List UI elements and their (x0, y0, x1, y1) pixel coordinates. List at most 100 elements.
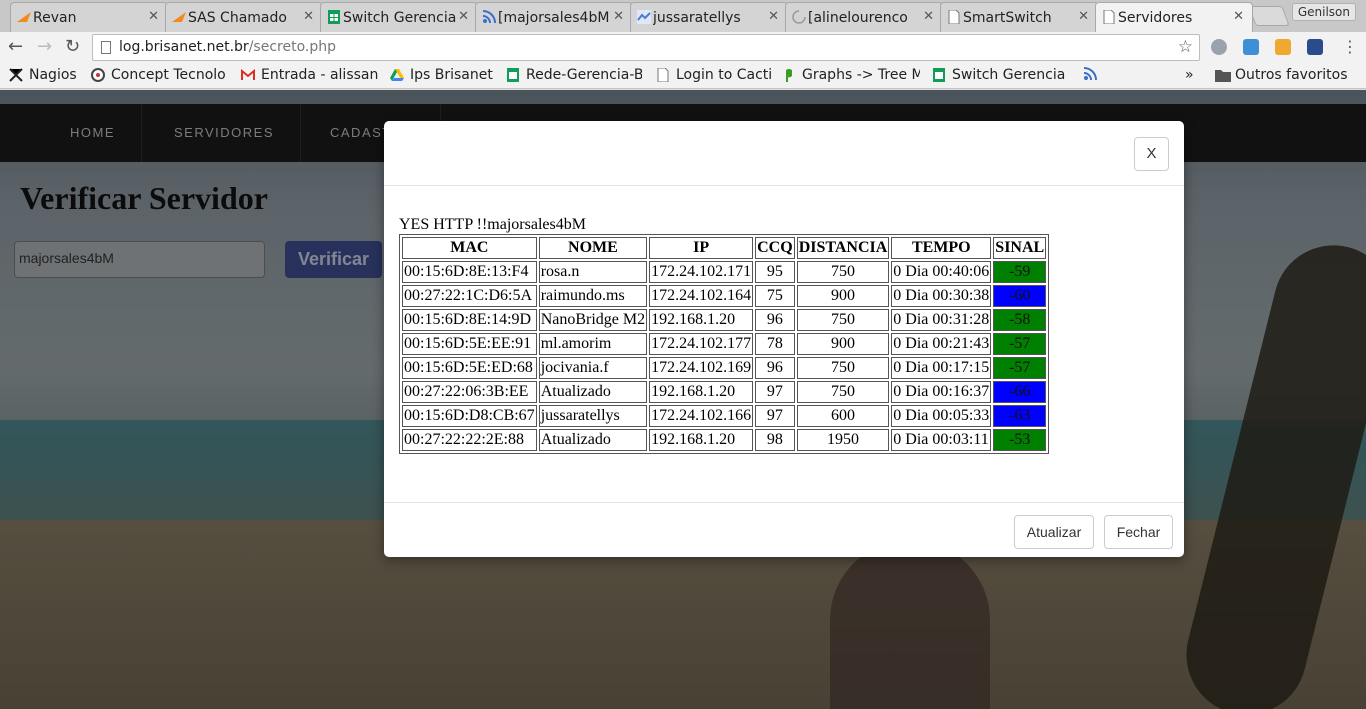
bookmark-item[interactable]: Switch Gerencia (932, 67, 1074, 83)
close-button[interactable]: Fechar (1104, 515, 1173, 549)
cell-tempo: 0 Dia 00:05:33 (891, 405, 992, 427)
cell-ccq: 96 (755, 309, 795, 331)
cell-nome: rosa.n (538, 261, 648, 283)
table-row: 00:15:6D:8E:13:F4 rosa.n 172.24.102.171 95 7… (402, 261, 1047, 283)
table-row: 00:15:6D:D8:CB:67 jussaratellys 172.24.102… (402, 405, 1047, 427)
page-icon (656, 67, 670, 83)
update-button[interactable]: Atualizar (1014, 515, 1094, 549)
network-extension-icon[interactable] (1307, 39, 1323, 55)
tab-close-icon[interactable]: ✕ (613, 9, 624, 24)
table-row: 00:15:6D:5E:EE:91 ml.amorim 172.24.102.177… (402, 333, 1047, 355)
browser-tab[interactable]: Revan ✕ (10, 2, 168, 32)
cell-distancia: 750 (796, 357, 890, 379)
tab-close-icon[interactable]: ✕ (148, 9, 159, 24)
col-mac: MAC (402, 237, 537, 259)
cell-nome: NanoBridge M2 (538, 309, 648, 331)
tab-title: Revan (33, 9, 77, 26)
sas-icon (17, 10, 31, 24)
reload-icon[interactable]: ↻ (65, 37, 80, 57)
bookmark-star-icon[interactable]: ☆ (1178, 37, 1193, 57)
modal-close-button[interactable]: X (1134, 137, 1169, 171)
table-row: 00:27:22:22:2E:88 Atualizado 192.168.1.20 9… (402, 429, 1047, 451)
tab-close-icon[interactable]: ✕ (923, 9, 934, 24)
cell-ccq: 95 (755, 261, 795, 283)
back-arrow-icon[interactable]: ← (8, 37, 23, 57)
menu-kebab-icon[interactable]: ⋮ (1342, 37, 1358, 57)
browser-tab[interactable]: [alinelourenco ✕ (785, 2, 943, 32)
tab-close-icon[interactable]: ✕ (303, 9, 314, 24)
cell-nome: jussaratellys (538, 405, 648, 427)
cell-distancia: 750 (796, 261, 890, 283)
forward-arrow-icon[interactable]: → (37, 37, 52, 57)
nagios-icon (9, 68, 23, 82)
cell-sinal: -59 (993, 261, 1047, 283)
sheets-icon (932, 68, 946, 82)
tab-close-icon[interactable]: ✕ (458, 9, 469, 24)
bookmark-item[interactable] (1083, 67, 1103, 81)
profile-button[interactable]: Genilson (1291, 3, 1356, 21)
tab-close-icon[interactable]: ✕ (768, 9, 779, 24)
cell-mac: 00:15:6D:8E:13:F4 (402, 261, 537, 283)
bookmark-item[interactable]: Nagios (9, 67, 81, 83)
table-row: 00:15:6D:5E:ED:68 jocivania.f 172.24.102.1… (402, 357, 1047, 379)
sheets-icon (506, 68, 520, 82)
clients-table: MAC NOME IP CCQ DISTANCIA TEMPO SINAL 00… (399, 234, 1050, 454)
bookmarks-bar: Nagios Concept Tecnolo Entrada - alissan… (0, 62, 1366, 89)
tab-close-icon[interactable]: ✕ (1233, 9, 1244, 24)
cacti-icon (782, 68, 796, 82)
cell-ip: 172.24.102.171 (649, 261, 754, 283)
browser-tab[interactable]: SAS Chamado ✕ (165, 2, 323, 32)
cell-nome: Atualizado (538, 381, 648, 403)
col-distancia: DISTANCIA (796, 237, 890, 259)
new-tab-button[interactable] (1248, 6, 1290, 26)
loading-icon (792, 10, 806, 24)
audio-extension-icon[interactable] (1275, 39, 1291, 55)
browser-tab-active[interactable]: Servidores ✕ (1095, 2, 1253, 32)
globe-extension-icon[interactable] (1211, 39, 1227, 55)
rss-icon (1083, 67, 1097, 81)
cell-distancia: 900 (796, 333, 890, 355)
tab-title: [majorsales4bM (498, 9, 610, 26)
cell-distancia: 600 (796, 405, 890, 427)
cell-ccq: 96 (755, 357, 795, 379)
concept-icon (91, 68, 105, 82)
cell-sinal: -63 (993, 405, 1047, 427)
status-text: YES HTTP !!majorsales4bM (399, 216, 586, 233)
bookmark-item[interactable]: Ips Brisanet (390, 67, 500, 83)
cell-sinal: -60 (993, 285, 1047, 307)
browser-tab[interactable]: jussaratellys ✕ (630, 2, 788, 32)
other-bookmarks[interactable]: Outros favoritos (1215, 67, 1348, 83)
bookmark-item[interactable]: Login to Cacti (656, 67, 774, 83)
cell-ccq: 78 (755, 333, 795, 355)
browser-tab[interactable]: SmartSwitch ✕ (940, 2, 1098, 32)
cell-nome: jocivania.f (538, 357, 648, 379)
bookmark-item[interactable]: Entrada - alissan (241, 67, 381, 83)
browser-tab[interactable]: [majorsales4bM ✕ (475, 2, 633, 32)
bookmark-label: Concept Tecnolo (111, 67, 226, 83)
cell-mac: 00:15:6D:5E:ED:68 (402, 357, 537, 379)
cell-sinal: -57 (993, 333, 1047, 355)
cell-mac: 00:27:22:1C:D6:5A (402, 285, 537, 307)
bookmark-item[interactable]: Rede-Gerencia-Br (506, 67, 642, 83)
page-info-icon[interactable] (101, 41, 111, 54)
address-bar[interactable]: log.brisanet.net.br/secreto.php ☆ (92, 34, 1200, 61)
bookmark-item[interactable]: Graphs -> Tree M (782, 67, 920, 83)
cell-ip: 192.168.1.20 (649, 429, 754, 451)
table-row: 00:27:22:06:3B:EE Atualizado 192.168.1.20 9… (402, 381, 1047, 403)
tab-title: [alinelourenco (808, 9, 908, 26)
translate-extension-icon[interactable] (1243, 39, 1259, 55)
browser-tab[interactable]: Switch Gerencia ✕ (320, 2, 478, 32)
cell-ip: 172.24.102.164 (649, 285, 754, 307)
bookmark-label: Ips Brisanet (410, 67, 493, 83)
cell-distancia: 750 (796, 381, 890, 403)
cell-nome: Atualizado (538, 429, 648, 451)
cell-ccq: 97 (755, 381, 795, 403)
bookmark-item[interactable]: Concept Tecnolo (91, 67, 231, 83)
tab-close-icon[interactable]: ✕ (1078, 9, 1089, 24)
mikrotik-icon (637, 10, 651, 24)
bookmark-label: Entrada - alissan (261, 67, 379, 83)
tab-title: Switch Gerencia (343, 9, 457, 26)
bookmark-label: Login to Cacti (676, 67, 773, 83)
bookmarks-overflow-button[interactable]: » (1185, 67, 1194, 83)
cell-mac: 00:27:22:06:3B:EE (402, 381, 537, 403)
